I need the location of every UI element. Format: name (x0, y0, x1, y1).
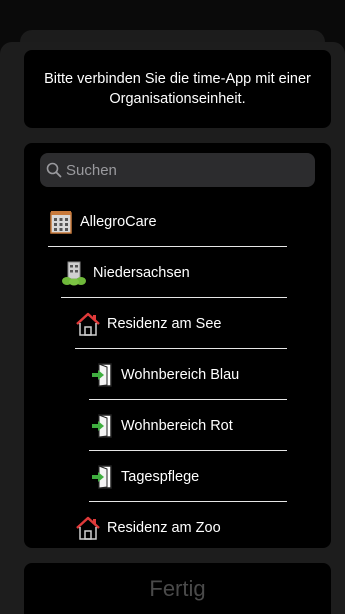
organization-list-card: Suchen AllegroCare Niedersachsen Residen… (24, 143, 331, 548)
done-button[interactable]: Fertig (24, 563, 331, 614)
house-icon (75, 311, 101, 337)
org-item-wohnbereich-blau[interactable]: Wohnbereich Blau (89, 350, 287, 400)
org-item-label: Residenz am Zoo (107, 520, 221, 536)
house-icon (75, 515, 101, 541)
door-enter-icon (89, 413, 115, 439)
search-icon (46, 162, 62, 178)
building-icon (48, 209, 74, 235)
divider (89, 399, 287, 400)
instruction-text: Bitte verbinden Sie die time-App mit ein… (44, 71, 311, 107)
search-placeholder: Suchen (66, 161, 117, 179)
door-enter-icon (89, 464, 115, 490)
message-card: Bitte verbinden Sie die time-App mit ein… (24, 50, 331, 128)
divider (75, 348, 287, 349)
divider (89, 501, 287, 502)
org-item-wohnbereich-rot[interactable]: Wohnbereich Rot (89, 401, 287, 451)
search-field[interactable]: Suchen (40, 153, 315, 187)
done-button-label: Fertig (149, 575, 206, 601)
divider (48, 246, 287, 247)
org-item-residenz-am-zoo[interactable]: Residenz am Zoo (75, 503, 287, 548)
door-enter-icon (89, 362, 115, 388)
org-item-label: Wohnbereich Blau (121, 367, 240, 383)
divider (61, 297, 287, 298)
org-item-label: AllegroCare (80, 214, 157, 230)
region-building-icon (61, 260, 87, 286)
org-item-label: Residenz am See (107, 316, 222, 332)
org-item-niedersachsen[interactable]: Niedersachsen (61, 248, 287, 298)
org-item-residenz-am-see[interactable]: Residenz am See (75, 299, 287, 349)
org-item-allegrocare[interactable]: AllegroCare (48, 197, 287, 247)
org-item-label: Niedersachsen (93, 265, 190, 281)
org-item-tagespflege[interactable]: Tagespflege (89, 452, 287, 502)
divider (89, 450, 287, 451)
org-item-label: Tagespflege (121, 469, 200, 485)
org-item-label: Wohnbereich Rot (121, 418, 233, 434)
